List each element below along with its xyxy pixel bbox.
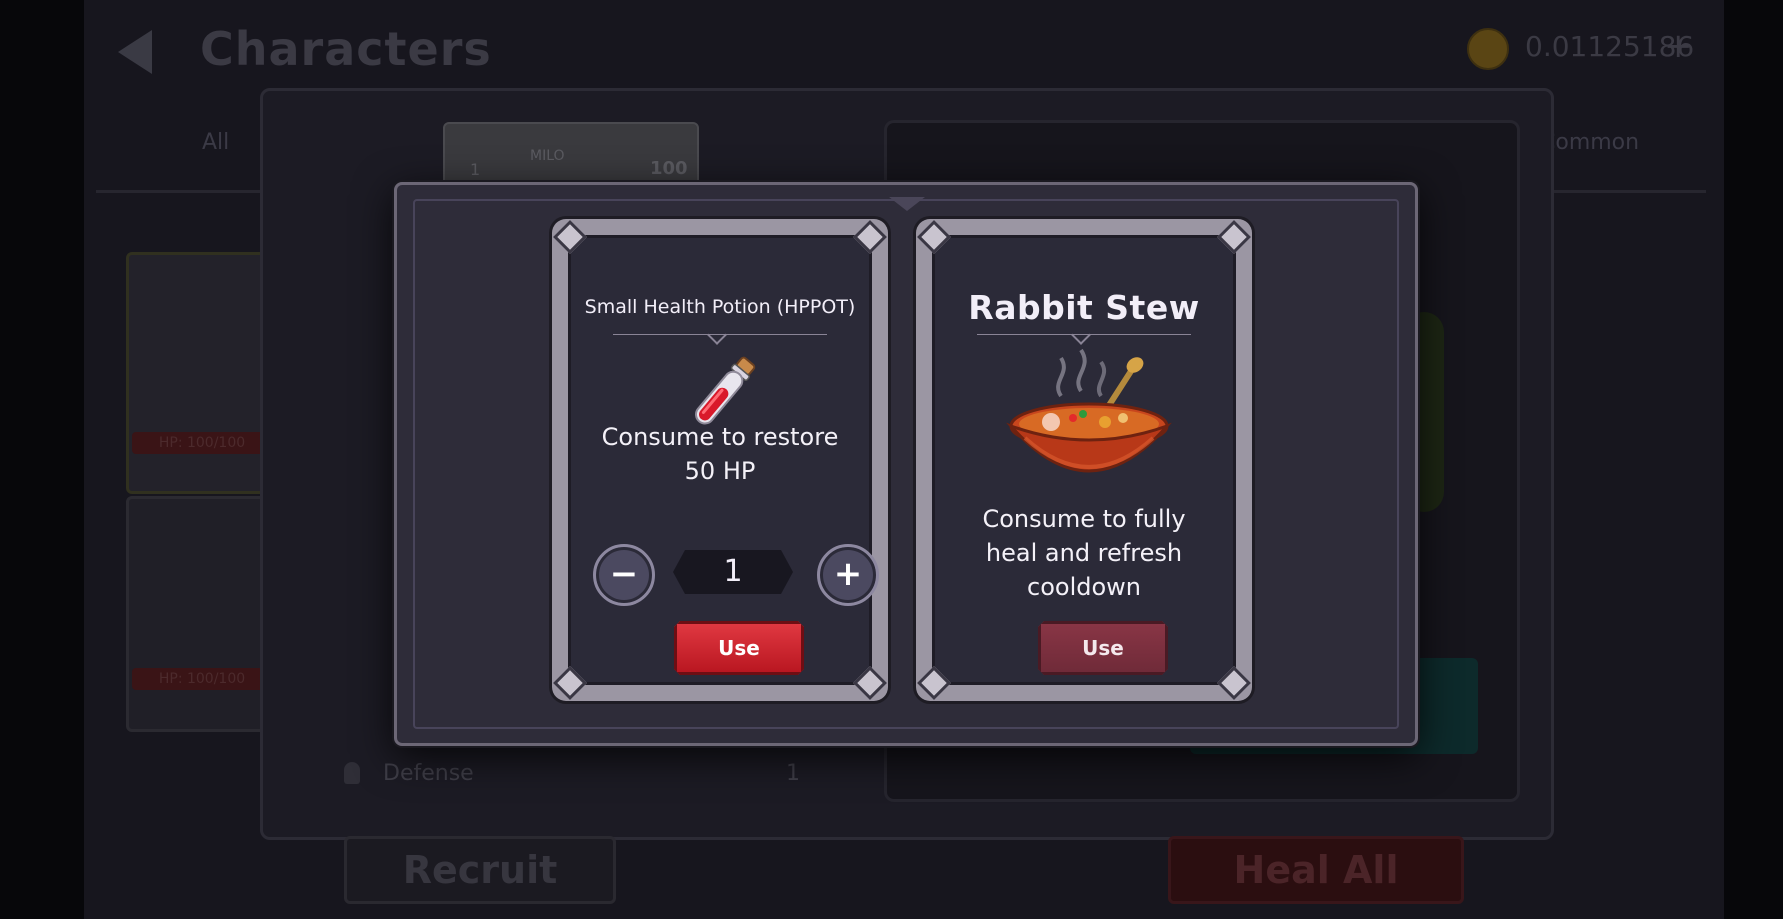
divider-ornament-icon (1071, 325, 1091, 345)
founder-hp: 100 (650, 158, 688, 179)
founder-name: MILO (530, 148, 565, 164)
increment-quantity-button[interactable]: + (817, 544, 879, 606)
item-name: Small Health Potion (HPPOT) (584, 296, 856, 318)
heal-all-button[interactable]: Heal All (1168, 836, 1464, 904)
character-hp-label: HP: 100/100 (132, 668, 272, 690)
item-card-health-potion: Small Health Potion (HPPOT) Consume to r… (552, 219, 888, 701)
quantity-value: 1 (673, 550, 793, 594)
use-rabbit-stew-button[interactable]: Use (1038, 621, 1168, 675)
decrement-quantity-button[interactable]: − (593, 544, 655, 606)
defense-value: 1 (786, 761, 800, 786)
add-funds-button[interactable]: + (1664, 26, 1693, 66)
coin-icon (1467, 28, 1509, 70)
item-card-rabbit-stew: Rabbit Stew Consume to fully heal and re… (916, 219, 1252, 701)
screen-title: Characters (200, 22, 492, 76)
tab-common[interactable]: Common (1540, 130, 1639, 155)
defense-label: Defense (383, 761, 474, 786)
item-name: Rabbit Stew (968, 288, 1200, 327)
modal-top-ornament (889, 197, 925, 211)
item-card-body: Rabbit Stew Consume to fully heal and re… (932, 235, 1236, 685)
consumables-modal (394, 182, 1418, 746)
back-arrow-icon[interactable] (118, 30, 152, 74)
character-hp-label: HP: 100/100 (132, 432, 272, 454)
divider-ornament-icon (707, 325, 727, 345)
item-card-body: Small Health Potion (HPPOT) Consume to r… (568, 235, 879, 685)
recruit-button[interactable]: Recruit (344, 836, 616, 904)
item-description: Consume to restore 50 HP (601, 423, 839, 485)
tab-all[interactable]: All (202, 130, 229, 155)
founder-level: 1 (470, 160, 481, 179)
item-description: Consume to fully heal and refresh cooldo… (982, 505, 1186, 601)
character-card-thumbnail[interactable] (126, 496, 282, 732)
character-card-thumbnail[interactable] (126, 252, 282, 494)
use-health-potion-button[interactable]: Use (674, 621, 804, 675)
defense-icon (344, 762, 360, 784)
rabbit-stew-icon (1006, 348, 1172, 473)
